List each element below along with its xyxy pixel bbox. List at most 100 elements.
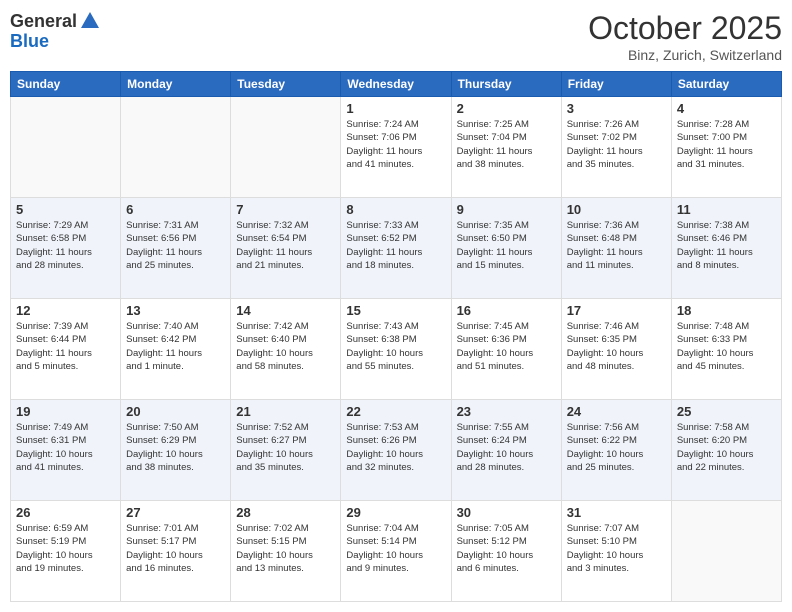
day-info: Sunrise: 7:50 AM Sunset: 6:29 PM Dayligh… <box>126 421 225 474</box>
table-cell: 8 Sunrise: 7:33 AM Sunset: 6:52 PM Daylig… <box>341 198 451 299</box>
day-info: Sunrise: 7:43 AM Sunset: 6:38 PM Dayligh… <box>346 320 445 373</box>
table-cell: 21Sunrise: 7:52 AM Sunset: 6:27 PM Dayli… <box>231 400 341 501</box>
day-number: 15 <box>346 303 445 318</box>
table-cell: 22 Sunrise: 7:53 AM Sunset: 6:26 PM Dayli… <box>341 400 451 501</box>
table-cell: 9 Sunrise: 7:35 AM Sunset: 6:50 PM Daylig… <box>451 198 561 299</box>
day-number: 3 <box>567 101 666 116</box>
day-number: 9 <box>457 202 556 217</box>
table-cell <box>11 97 121 198</box>
day-number: 7 <box>236 202 335 217</box>
day-number: 21 <box>236 404 335 419</box>
table-cell: 27 Sunrise: 7:01 AM Sunset: 5:17 PM Dayli… <box>121 501 231 602</box>
day-number: 26 <box>16 505 115 520</box>
day-info: Sunrise: 7:56 AM Sunset: 6:22 PM Dayligh… <box>567 421 666 474</box>
table-cell: 31 Sunrise: 7:07 AM Sunset: 5:10 PM Dayli… <box>561 501 671 602</box>
day-number: 12 <box>16 303 115 318</box>
col-tuesday: Tuesday <box>231 72 341 97</box>
table-cell: 7 Sunrise: 7:32 AM Sunset: 6:54 PM Daylig… <box>231 198 341 299</box>
header: General Blue October 2025 Binz, Zurich, … <box>10 10 782 63</box>
day-info: Sunrise: 7:01 AM Sunset: 5:17 PM Dayligh… <box>126 522 225 575</box>
day-info: Sunrise: 7:32 AM Sunset: 6:54 PM Dayligh… <box>236 219 335 272</box>
calendar-week-row: 5 Sunrise: 7:29 AM Sunset: 6:58 PM Daylig… <box>11 198 782 299</box>
day-info: Sunrise: 7:48 AM Sunset: 6:33 PM Dayligh… <box>677 320 776 373</box>
day-info: Sunrise: 7:28 AM Sunset: 7:00 PM Dayligh… <box>677 118 776 171</box>
day-info: Sunrise: 7:49 AM Sunset: 6:31 PM Dayligh… <box>16 421 115 474</box>
day-number: 28 <box>236 505 335 520</box>
table-cell: 19Sunrise: 7:49 AM Sunset: 6:31 PM Dayli… <box>11 400 121 501</box>
day-info: Sunrise: 6:59 AM Sunset: 5:19 PM Dayligh… <box>16 522 115 575</box>
day-number: 1 <box>346 101 445 116</box>
col-friday: Friday <box>561 72 671 97</box>
table-cell: 16 Sunrise: 7:45 AM Sunset: 6:36 PM Dayli… <box>451 299 561 400</box>
table-cell: 29 Sunrise: 7:04 AM Sunset: 5:14 PM Dayli… <box>341 501 451 602</box>
table-cell: 10 Sunrise: 7:36 AM Sunset: 6:48 PM Dayli… <box>561 198 671 299</box>
calendar-header-row: Sunday Monday Tuesday Wednesday Thursday… <box>11 72 782 97</box>
table-cell: 5 Sunrise: 7:29 AM Sunset: 6:58 PM Daylig… <box>11 198 121 299</box>
day-number: 23 <box>457 404 556 419</box>
table-cell: 26 Sunrise: 6:59 AM Sunset: 5:19 PM Dayli… <box>11 501 121 602</box>
day-info: Sunrise: 7:45 AM Sunset: 6:36 PM Dayligh… <box>457 320 556 373</box>
day-number: 11 <box>677 202 776 217</box>
day-number: 25 <box>677 404 776 419</box>
table-cell: 2 Sunrise: 7:25 AM Sunset: 7:04 PM Daylig… <box>451 97 561 198</box>
table-cell <box>231 97 341 198</box>
day-info: Sunrise: 7:53 AM Sunset: 6:26 PM Dayligh… <box>346 421 445 474</box>
table-cell: 28 Sunrise: 7:02 AM Sunset: 5:15 PM Dayli… <box>231 501 341 602</box>
day-number: 2 <box>457 101 556 116</box>
day-info: Sunrise: 7:46 AM Sunset: 6:35 PM Dayligh… <box>567 320 666 373</box>
day-number: 30 <box>457 505 556 520</box>
day-number: 29 <box>346 505 445 520</box>
day-info: Sunrise: 7:40 AM Sunset: 6:42 PM Dayligh… <box>126 320 225 373</box>
col-thursday: Thursday <box>451 72 561 97</box>
table-cell: 11 Sunrise: 7:38 AM Sunset: 6:46 PM Dayli… <box>671 198 781 299</box>
page: General Blue October 2025 Binz, Zurich, … <box>0 0 792 612</box>
day-info: Sunrise: 7:39 AM Sunset: 6:44 PM Dayligh… <box>16 320 115 373</box>
logo: General Blue <box>10 10 101 52</box>
day-number: 8 <box>346 202 445 217</box>
table-cell: 25 Sunrise: 7:58 AM Sunset: 6:20 PM Dayli… <box>671 400 781 501</box>
table-cell: 15 Sunrise: 7:43 AM Sunset: 6:38 PM Dayli… <box>341 299 451 400</box>
day-number: 24 <box>567 404 666 419</box>
day-number: 18 <box>677 303 776 318</box>
logo-blue: Blue <box>10 31 49 51</box>
day-info: Sunrise: 7:07 AM Sunset: 5:10 PM Dayligh… <box>567 522 666 575</box>
table-cell: 20Sunrise: 7:50 AM Sunset: 6:29 PM Dayli… <box>121 400 231 501</box>
day-info: Sunrise: 7:38 AM Sunset: 6:46 PM Dayligh… <box>677 219 776 272</box>
day-number: 16 <box>457 303 556 318</box>
day-info: Sunrise: 7:36 AM Sunset: 6:48 PM Dayligh… <box>567 219 666 272</box>
day-info: Sunrise: 7:33 AM Sunset: 6:52 PM Dayligh… <box>346 219 445 272</box>
table-cell: 13 Sunrise: 7:40 AM Sunset: 6:42 PM Dayli… <box>121 299 231 400</box>
calendar-week-row: 19Sunrise: 7:49 AM Sunset: 6:31 PM Dayli… <box>11 400 782 501</box>
day-number: 27 <box>126 505 225 520</box>
col-wednesday: Wednesday <box>341 72 451 97</box>
day-info: Sunrise: 7:02 AM Sunset: 5:15 PM Dayligh… <box>236 522 335 575</box>
table-cell: 4 Sunrise: 7:28 AM Sunset: 7:00 PM Daylig… <box>671 97 781 198</box>
table-cell: 1Sunrise: 7:24 AM Sunset: 7:06 PM Daylig… <box>341 97 451 198</box>
day-number: 17 <box>567 303 666 318</box>
table-cell: 30 Sunrise: 7:05 AM Sunset: 5:12 PM Dayli… <box>451 501 561 602</box>
day-number: 31 <box>567 505 666 520</box>
table-cell: 24 Sunrise: 7:56 AM Sunset: 6:22 PM Dayli… <box>561 400 671 501</box>
location: Binz, Zurich, Switzerland <box>588 47 782 63</box>
table-cell: 12 Sunrise: 7:39 AM Sunset: 6:44 PM Dayli… <box>11 299 121 400</box>
logo-general: General <box>10 12 77 30</box>
table-cell: 14Sunrise: 7:42 AM Sunset: 6:40 PM Dayli… <box>231 299 341 400</box>
day-info: Sunrise: 7:26 AM Sunset: 7:02 PM Dayligh… <box>567 118 666 171</box>
day-info: Sunrise: 7:04 AM Sunset: 5:14 PM Dayligh… <box>346 522 445 575</box>
day-number: 14 <box>236 303 335 318</box>
table-cell: 6Sunrise: 7:31 AM Sunset: 6:56 PM Daylig… <box>121 198 231 299</box>
day-info: Sunrise: 7:29 AM Sunset: 6:58 PM Dayligh… <box>16 219 115 272</box>
calendar-table: Sunday Monday Tuesday Wednesday Thursday… <box>10 71 782 602</box>
day-number: 13 <box>126 303 225 318</box>
day-number: 10 <box>567 202 666 217</box>
day-number: 5 <box>16 202 115 217</box>
day-info: Sunrise: 7:35 AM Sunset: 6:50 PM Dayligh… <box>457 219 556 272</box>
table-cell <box>121 97 231 198</box>
day-number: 22 <box>346 404 445 419</box>
day-info: Sunrise: 7:58 AM Sunset: 6:20 PM Dayligh… <box>677 421 776 474</box>
calendar-week-row: 26 Sunrise: 6:59 AM Sunset: 5:19 PM Dayli… <box>11 501 782 602</box>
day-info: Sunrise: 7:25 AM Sunset: 7:04 PM Dayligh… <box>457 118 556 171</box>
day-number: 4 <box>677 101 776 116</box>
day-info: Sunrise: 7:05 AM Sunset: 5:12 PM Dayligh… <box>457 522 556 575</box>
calendar-week-row: 12 Sunrise: 7:39 AM Sunset: 6:44 PM Dayli… <box>11 299 782 400</box>
